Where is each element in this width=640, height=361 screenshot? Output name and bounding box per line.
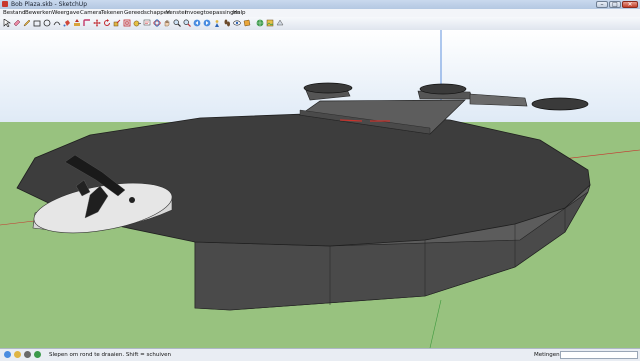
large-toolset-toolbar [0, 17, 640, 31]
menu-bewerken[interactable]: Bewerken [25, 9, 52, 17]
menu-weergave[interactable]: Weergave [52, 9, 80, 17]
close-icon: ✕ [627, 1, 633, 8]
rotate-icon[interactable] [103, 19, 111, 27]
arc-icon[interactable] [53, 19, 61, 27]
push-pull-icon[interactable] [73, 19, 81, 27]
model-view[interactable] [0, 30, 640, 348]
measurements-field[interactable] [560, 351, 638, 359]
photo-textures-icon[interactable] [266, 19, 274, 27]
pencil-line-icon[interactable] [23, 19, 31, 27]
menu-bestand[interactable]: Bestand [3, 9, 26, 17]
measurements-label: Metingen [534, 352, 560, 358]
credits-icon[interactable] [14, 351, 21, 358]
select-arrow-icon[interactable] [3, 19, 11, 27]
sketchup-app-icon[interactable] [2, 1, 8, 7]
offset-icon[interactable] [123, 19, 131, 27]
3d-viewport[interactable] [0, 30, 640, 348]
move-icon[interactable] [93, 19, 101, 27]
next-view-icon[interactable] [203, 19, 211, 27]
minimize-icon: – [600, 1, 604, 8]
follow-me-icon[interactable] [83, 19, 91, 27]
rotor-right [531, 97, 589, 111]
rotor-left [303, 82, 353, 94]
rotor-center [419, 83, 467, 95]
zoom-extents-icon[interactable] [183, 19, 191, 27]
text-icon[interactable] [143, 19, 151, 27]
geo-location-icon[interactable] [4, 351, 11, 358]
look-around-icon[interactable] [233, 19, 241, 27]
zoom-icon[interactable] [173, 19, 181, 27]
menu-help[interactable]: Help [233, 9, 246, 17]
title-bar: Bob Plaza.skb - SketchUp – □ ✕ [0, 0, 640, 9]
status-hint: Slepen om rond te draaien. Shift = schui… [49, 352, 172, 358]
maximize-icon: □ [612, 1, 618, 8]
help-icon[interactable] [34, 351, 41, 358]
eraser-icon[interactable] [13, 19, 21, 27]
add-location-icon[interactable] [256, 19, 264, 27]
pan-icon[interactable] [163, 19, 171, 27]
model-info-icon[interactable] [276, 19, 284, 27]
window-title: Bob Plaza.skb - SketchUp [11, 1, 88, 8]
scale-icon[interactable] [113, 19, 121, 27]
walk-icon[interactable] [223, 19, 231, 27]
paint-bucket-icon[interactable] [63, 19, 71, 27]
orbit-icon[interactable] [153, 19, 161, 27]
section-plane-icon[interactable] [243, 19, 251, 27]
robot-joint [129, 197, 135, 203]
status-bar: Slepen om rond te draaien. Shift = schui… [0, 348, 640, 361]
menu-camera[interactable]: Camera [80, 9, 102, 17]
rectangle-icon[interactable] [33, 19, 41, 27]
tape-measure-icon[interactable] [133, 19, 141, 27]
position-camera-icon[interactable] [213, 19, 221, 27]
close-button[interactable]: ✕ [622, 1, 638, 8]
menu-gereedschappen[interactable]: Gereedschappen [124, 9, 171, 17]
maximize-button[interactable]: □ [609, 1, 621, 8]
minimize-button[interactable]: – [596, 1, 608, 8]
circle-icon[interactable] [43, 19, 51, 27]
menu-tekenen[interactable]: Tekenen [101, 9, 124, 17]
menu-venster[interactable]: Venster [166, 9, 187, 17]
previous-view-icon[interactable] [193, 19, 201, 27]
user-icon[interactable] [24, 351, 31, 358]
